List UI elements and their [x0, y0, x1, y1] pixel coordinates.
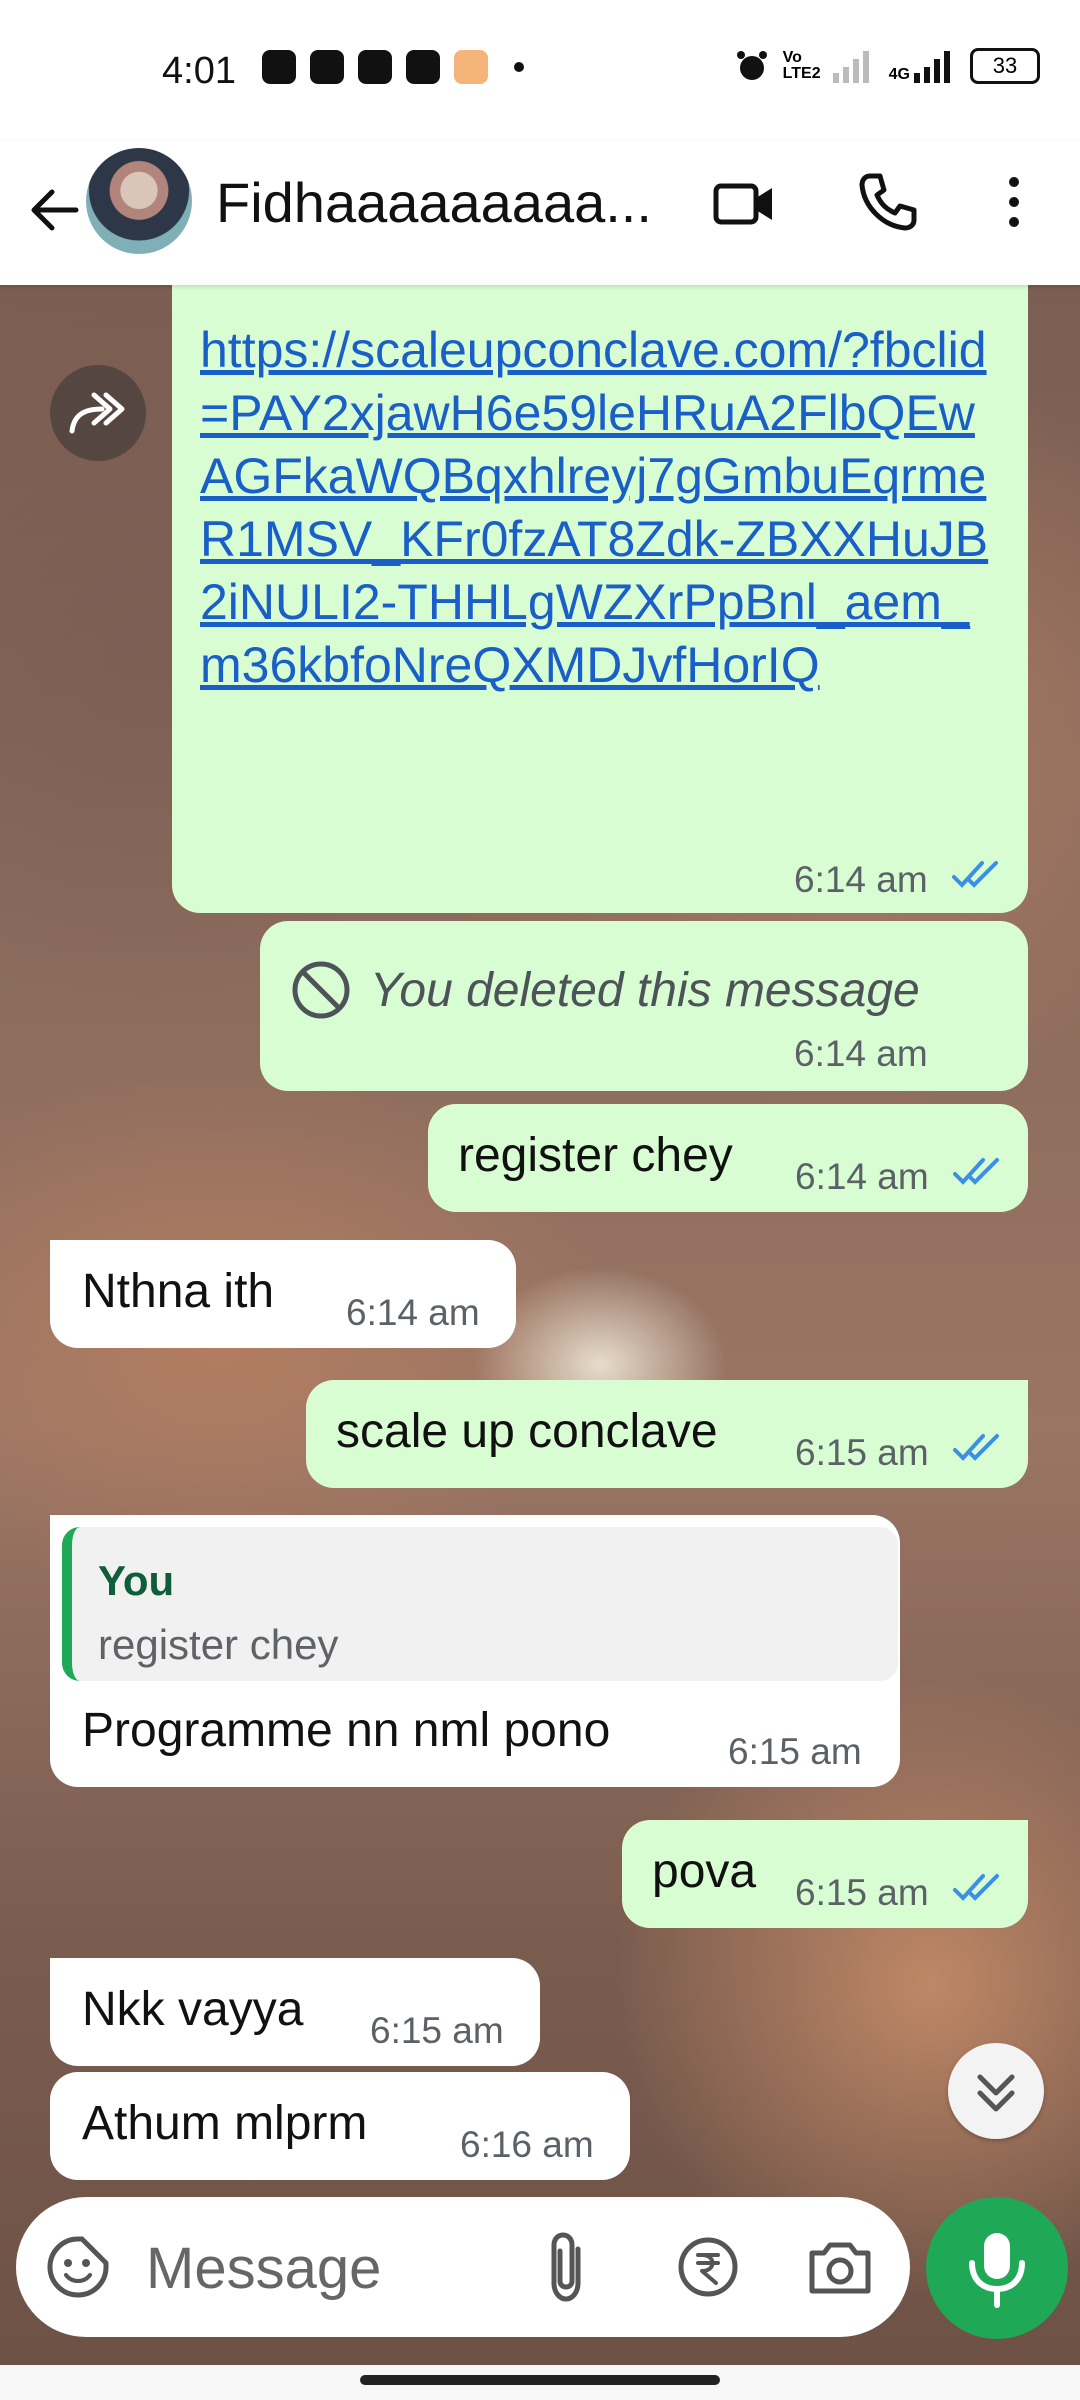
more-notifications-dot: [514, 62, 524, 72]
status-time: 4:01: [162, 50, 236, 92]
read-ticks-icon: [952, 861, 998, 888]
video-call-icon[interactable]: [712, 172, 776, 236]
more-options-icon[interactable]: [998, 170, 1030, 234]
message-bubble-outgoing[interactable]: https://scaleupconclave.com/?fbclid=PAY2…: [172, 285, 1028, 913]
battery-indicator: 33: [970, 48, 1040, 84]
quoted-message[interactable]: You register chey: [62, 1527, 898, 1681]
signal-icon-sim2: [914, 51, 950, 83]
quoted-author: You: [98, 1557, 175, 1604]
message-text: Nthna ith: [82, 1265, 275, 1318]
status-bar: 4:01 Vo LTE2 4G 33: [0, 0, 1080, 140]
message-bubble-outgoing[interactable]: scale up conclave 6:15 am: [306, 1380, 1028, 1488]
forward-icon: [69, 392, 125, 434]
message-bubble-deleted[interactable]: You deleted this message 6:14 am: [260, 921, 1028, 1091]
app-notification-icon: [310, 50, 344, 84]
message-bubble-incoming[interactable]: Athum mlprm 6:16 am: [50, 2072, 630, 2180]
network-type: 4G: [888, 66, 910, 83]
amazon-icon: [454, 50, 488, 84]
message-composer: [16, 2197, 910, 2337]
deleted-message-icon: [292, 961, 350, 1019]
message-input[interactable]: [144, 2227, 408, 2309]
message-time: 6:15 am: [795, 1872, 929, 1913]
voice-message-button[interactable]: [926, 2197, 1068, 2339]
chat-area[interactable]: https://scaleupconclave.com/?fbclid=PAY2…: [0, 285, 1080, 2365]
message-bubble-incoming[interactable]: Nthna ith 6:14 am: [50, 1240, 516, 1348]
microphone-icon: [969, 2233, 1025, 2308]
message-time: 6:14 am: [795, 1156, 929, 1197]
attachment-icon[interactable]: [536, 2229, 596, 2305]
message-bubble-incoming[interactable]: Nkk vayya 6:15 am: [50, 1958, 540, 2066]
double-chevron-down-icon: [977, 2074, 1015, 2112]
message-text: pova: [652, 1845, 757, 1898]
message-text: Programme nn nml pono: [82, 1704, 611, 1757]
message-text: Athum mlprm: [82, 2097, 368, 2150]
chat-header: Fidhaaaaaaaaa...: [0, 140, 1080, 285]
message-bubble-outgoing[interactable]: pova 6:15 am: [622, 1820, 1028, 1928]
message-time: 6:14 am: [346, 1292, 480, 1333]
system-nav-bar: [0, 2365, 1080, 2400]
message-time: 6:15 am: [728, 1731, 862, 1772]
message-bubble-outgoing[interactable]: register chey 6:14 am: [428, 1104, 1028, 1212]
contact-avatar[interactable]: [86, 148, 192, 254]
signal-icon-sim1: [832, 51, 869, 83]
alarm-icon: [736, 51, 767, 80]
message-time: 6:16 am: [460, 2124, 594, 2165]
message-bubble-incoming-reply[interactable]: You register chey Programme nn nml pono …: [50, 1515, 900, 1787]
voice-call-icon[interactable]: [856, 170, 920, 234]
message-text: Nkk vayya: [82, 1983, 304, 2036]
scroll-to-bottom-button[interactable]: [948, 2043, 1044, 2139]
read-ticks-icon: [953, 1874, 999, 1901]
message-time: 6:14 am: [794, 859, 928, 900]
message-time: 6:14 am: [794, 1033, 928, 1074]
quoted-text: register chey: [98, 1621, 339, 1668]
home-gesture-handle[interactable]: [360, 2375, 720, 2385]
contact-name[interactable]: Fidhaaaaaaaaa...: [216, 170, 666, 235]
app-notification-icon-2: [358, 50, 392, 84]
volte-indicator: Vo LTE2: [782, 49, 821, 82]
deleted-message-text: You deleted this message: [370, 964, 920, 1017]
linkedin-icon: [406, 50, 440, 84]
read-ticks-icon: [953, 1158, 999, 1185]
message-link[interactable]: https://scaleupconclave.com/?fbclid=PAY2…: [200, 319, 1000, 697]
sticker-emoji-icon[interactable]: [46, 2235, 110, 2299]
back-arrow-icon[interactable]: [24, 180, 84, 240]
forward-button[interactable]: [50, 365, 146, 461]
message-text: scale up conclave: [336, 1405, 718, 1458]
payment-rupee-icon[interactable]: [676, 2235, 740, 2299]
camera-icon[interactable]: [806, 2235, 874, 2299]
message-time: 6:15 am: [795, 1432, 929, 1473]
read-ticks-icon: [953, 1434, 999, 1461]
message-time: 6:15 am: [370, 2010, 504, 2051]
notification-icons: [262, 50, 524, 84]
instagram-icon: [262, 50, 296, 84]
system-icons: Vo LTE2 4G 33: [735, 48, 1040, 84]
message-text: register chey: [458, 1129, 733, 1182]
